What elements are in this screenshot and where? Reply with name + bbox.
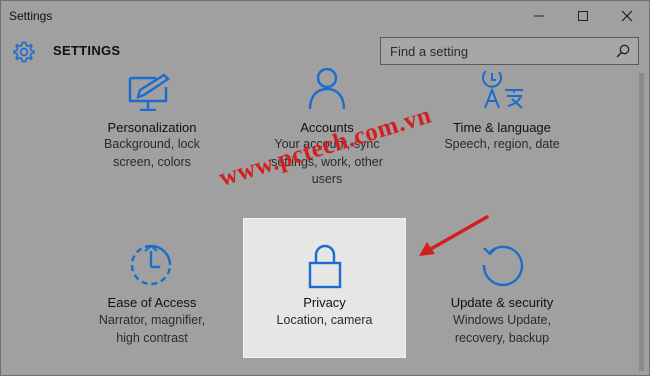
tile-time-language[interactable]: Time & language Speech, region, date	[421, 70, 583, 203]
close-icon	[621, 10, 633, 22]
tile-desc-line: high contrast	[116, 331, 188, 345]
red-arrow-annotation	[419, 215, 489, 256]
tile-desc-line: Narrator, magnifier,	[98, 313, 206, 327]
page-title: SETTINGS	[53, 43, 121, 58]
window-title: Settings	[9, 9, 53, 23]
tile-desc-line: screen, colors	[113, 155, 191, 169]
tile-desc-line: Speech, region, date	[444, 137, 560, 151]
vertical-scrollbar[interactable]	[635, 73, 647, 375]
search-input[interactable]: Find a setting	[381, 44, 608, 59]
maximize-button[interactable]	[561, 1, 605, 31]
lock-icon	[308, 244, 342, 289]
search-icon	[616, 44, 630, 58]
tile-label: Privacy	[303, 295, 346, 310]
settings-window: Settings SETTINGS Find a setting Persona…	[0, 0, 650, 376]
tile-desc-line: Background, lock	[104, 137, 200, 151]
minimize-button[interactable]	[517, 1, 561, 31]
search-button[interactable]	[608, 38, 638, 64]
title-bar[interactable]: Settings	[1, 1, 649, 31]
personalization-icon	[128, 73, 170, 111]
search-box[interactable]: Find a setting	[380, 37, 639, 65]
tile-ease-of-access[interactable]: Ease of Access Narrator, magnifier, high…	[71, 241, 233, 351]
tile-desc-line: Location, camera	[276, 313, 373, 327]
tile-privacy[interactable]: Privacy Location, camera	[243, 241, 406, 351]
tile-personalization[interactable]: Personalization Background, lock screen,…	[71, 73, 233, 203]
maximize-icon	[578, 11, 588, 21]
tile-label: Personalization	[107, 120, 197, 135]
tile-desc-line: Windows Update,	[453, 313, 551, 327]
ease-of-access-icon	[130, 244, 172, 286]
close-button[interactable]	[605, 1, 649, 31]
gear-icon	[13, 41, 35, 63]
tile-label: Update & security	[450, 295, 554, 310]
tile-label: Ease of Access	[107, 295, 197, 310]
tile-label: Time & language	[453, 120, 551, 135]
scrollbar-thumb[interactable]	[639, 73, 644, 371]
minimize-icon	[534, 15, 544, 17]
time-language-icon	[482, 70, 523, 109]
person-icon	[308, 68, 346, 110]
tile-desc-line: recovery, backup	[454, 331, 550, 345]
